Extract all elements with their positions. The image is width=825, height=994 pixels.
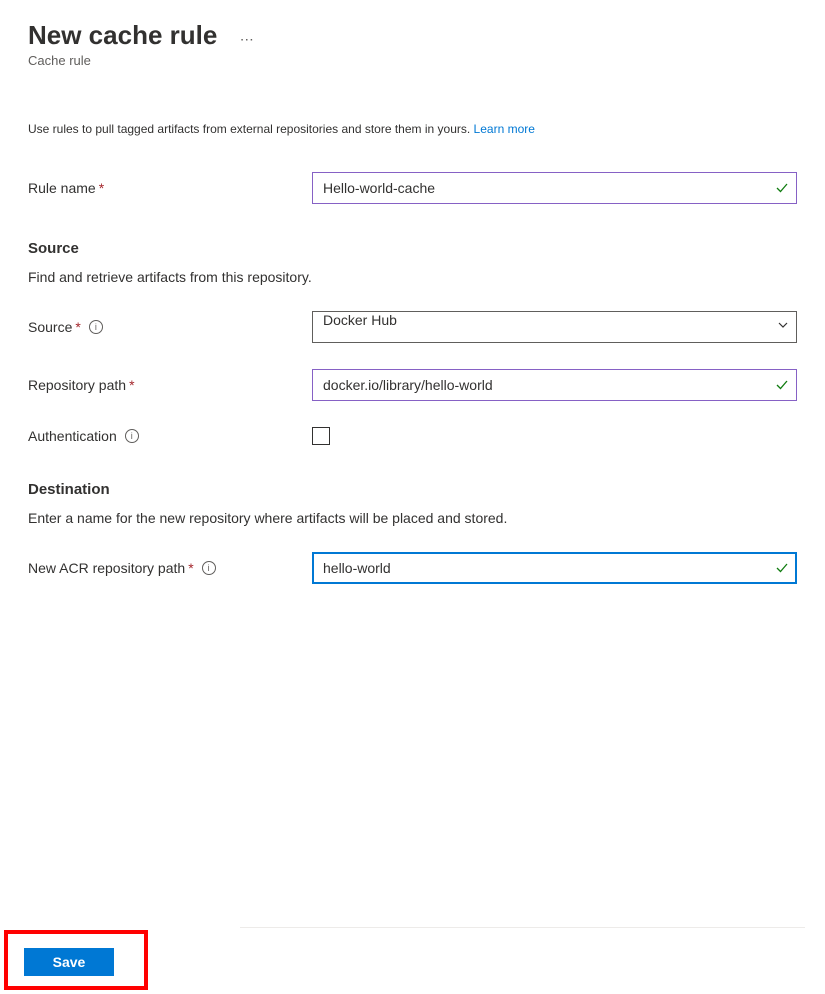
required-asterisk: * [129, 377, 134, 393]
rule-name-label-text: Rule name [28, 180, 96, 196]
source-section-desc: Find and retrieve artifacts from this re… [28, 269, 797, 285]
learn-more-link[interactable]: Learn more [474, 122, 535, 136]
source-select[interactable]: Docker Hub [312, 311, 797, 343]
source-label-text: Source [28, 319, 72, 335]
required-asterisk: * [188, 560, 193, 576]
repository-path-label: Repository path * [28, 377, 312, 393]
source-section-heading: Source [28, 240, 797, 257]
intro-text-row: Use rules to pull tagged artifacts from … [28, 120, 797, 138]
source-label: Source * i [28, 319, 312, 335]
authentication-label: Authentication i [28, 428, 312, 444]
new-acr-path-label: New ACR repository path * i [28, 560, 312, 576]
authentication-label-text: Authentication [28, 428, 117, 444]
new-acr-repository-path-input[interactable] [312, 552, 797, 584]
required-asterisk: * [99, 180, 104, 196]
info-icon[interactable]: i [89, 320, 103, 334]
repository-path-label-text: Repository path [28, 377, 126, 393]
repository-path-input[interactable] [312, 369, 797, 401]
destination-section-heading: Destination [28, 481, 797, 498]
info-icon[interactable]: i [125, 429, 139, 443]
page-subtitle: Cache rule [28, 53, 797, 68]
info-icon[interactable]: i [202, 561, 216, 575]
rule-name-input[interactable] [312, 172, 797, 204]
new-acr-path-label-text: New ACR repository path [28, 560, 185, 576]
rule-name-label: Rule name * [28, 180, 312, 196]
destination-section-desc: Enter a name for the new repository wher… [28, 510, 797, 526]
footer-divider [240, 927, 805, 928]
authentication-checkbox[interactable] [312, 427, 330, 445]
more-icon[interactable]: ⋯ [240, 31, 254, 48]
required-asterisk: * [75, 319, 80, 335]
page-title: New cache rule [28, 20, 217, 51]
source-select-value: Docker Hub [323, 312, 397, 328]
intro-text: Use rules to pull tagged artifacts from … [28, 122, 474, 136]
save-button[interactable]: Save [24, 948, 114, 976]
